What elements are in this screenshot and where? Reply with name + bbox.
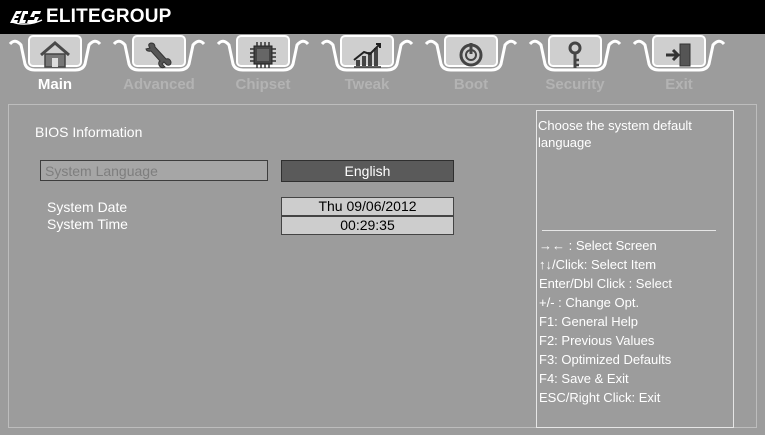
tab-label: Boot [453, 76, 489, 93]
system-language-row[interactable]: System Language [40, 160, 268, 181]
key-help-line: ESC/Right Click: Exit [539, 390, 661, 405]
power-icon [459, 43, 483, 67]
key-help-line: F1: General Help [539, 314, 638, 329]
system-date-label: System Date [47, 199, 128, 215]
system-language-label: System Language [45, 163, 158, 179]
tab-advanced[interactable]: Advanced [111, 34, 207, 104]
ecs-logo [10, 11, 43, 25]
key-help-line: ↑↓/Click: Select Item [539, 257, 657, 272]
top-bar: ELITEGROUP [0, 0, 765, 34]
home-icon [40, 41, 70, 68]
main-panel [10, 104, 530, 426]
tab-boot[interactable]: Boot [423, 34, 519, 104]
key-icon [568, 41, 582, 68]
key-help-line: F3: Optimized Defaults [539, 352, 672, 367]
system-time-label: System Time [47, 216, 128, 232]
system-language-value[interactable]: English [281, 160, 454, 182]
help-description: Choose the system default language [538, 118, 692, 150]
exit-icon [666, 43, 691, 67]
key-help-line: →← : Select Screen [539, 238, 657, 253]
bios-information-heading: BIOS Information [35, 124, 143, 140]
tab-strip: Main Advanced Chipset Tweak Boot Securit… [0, 34, 765, 104]
tab-label: Main [37, 76, 73, 93]
tab-label: Advanced [123, 76, 195, 93]
tab-exit[interactable]: Exit [631, 34, 727, 104]
tab-security[interactable]: Security [527, 34, 623, 104]
tab-main[interactable]: Main [7, 34, 103, 104]
graph-icon [353, 43, 381, 68]
tab-label: Security [545, 76, 605, 93]
tab-chipset[interactable]: Chipset [215, 34, 311, 104]
help-divider [542, 230, 716, 231]
key-help-line: F4: Save & Exit [539, 371, 629, 386]
tab-tweak[interactable]: Tweak [319, 34, 415, 104]
tab-label: Exit [665, 76, 693, 93]
key-legend: →← : Select Screen ↑↓/Click: Select Item… [539, 236, 731, 407]
chip-icon [250, 42, 276, 68]
key-help-line: Enter/Dbl Click : Select [539, 276, 672, 291]
key-help-line: F2: Previous Values [539, 333, 655, 348]
wrench-icon [145, 42, 172, 69]
system-date-value[interactable]: Thu 09/06/2012 [281, 197, 454, 216]
brand-name: ELITEGROUP [46, 6, 172, 27]
tab-label: Tweak [344, 76, 390, 93]
system-time-value[interactable]: 00:29:35 [281, 216, 454, 235]
tab-label: Chipset [235, 76, 291, 93]
key-help-line: +/- : Change Opt. [539, 295, 640, 310]
